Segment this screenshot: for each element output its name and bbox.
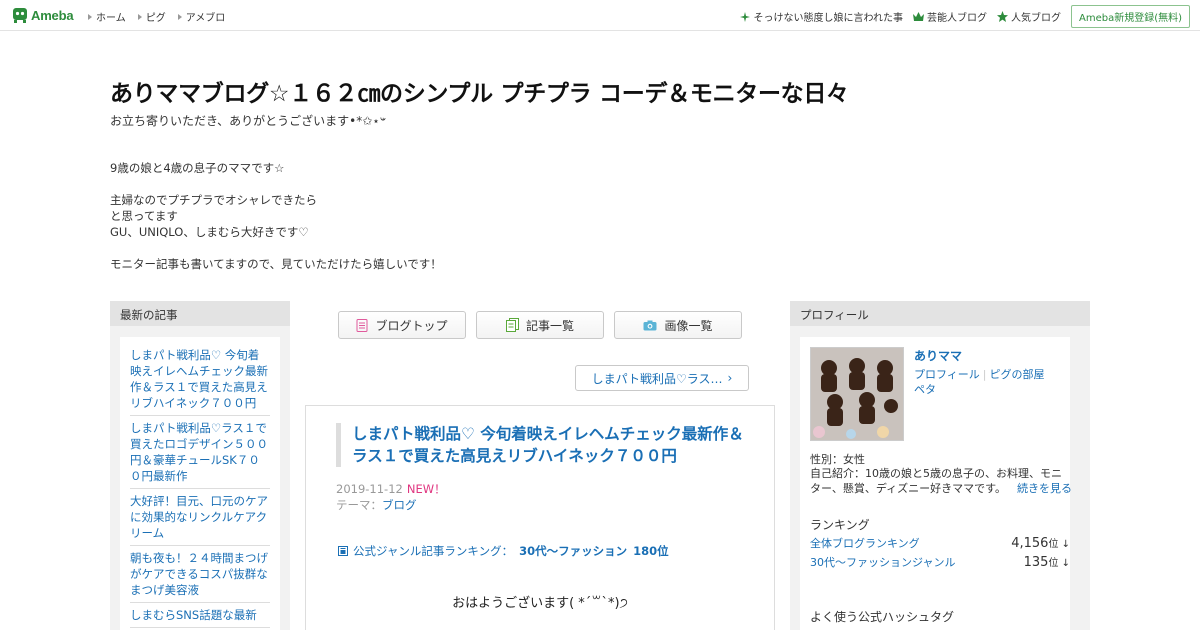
triangle-icon [177,13,182,20]
profile-link[interactable]: プロフィール [914,368,980,381]
nav-ameblo-label: アメブロ [185,13,226,24]
nav-home[interactable]: ホーム [88,9,126,24]
blog-subtitle: お立ち寄りいただき、ありがとうございます•*✩⋆𐤔 [110,114,387,128]
theme-link[interactable]: ブログ [382,498,417,512]
article-list-button[interactable]: 記事一覧 [476,311,604,339]
triangle-icon [88,13,92,20]
celebrity-blog-link[interactable]: 芸能人ブログ [912,9,987,24]
top-bar: Ameba ホーム ピグ アメブロ そっけない態度し娘に言われた事 芸能人ブログ… [0,0,1200,31]
recent-article-link[interactable]: 大好評！目元、口元のケアに効果的なリンクルケアクリーム [130,491,270,546]
ranking-title: ランキング [810,518,870,532]
recent-articles-list: しまパト戦利品♡ 今旬着映えイレヘムチェック最新作＆ラス１で買えた高見えリブハイ… [120,337,280,630]
trending-link[interactable]: そっけない態度し娘に言われた事 [740,9,903,24]
camera-icon [643,320,657,330]
blog-nav-buttons: ブログトップ 記事一覧 画像一覧 [338,311,752,339]
article-title[interactable]: しまパト戦利品♡ 今旬着映えイレヘムチェック最新作＆ラス１で買えた高見えリブハイ… [336,423,746,467]
recent-article-link[interactable]: しまパト戦利品♡ラス１で買えたロゴデザイン５００円＆豪華チュールSK７００円最新… [130,418,270,489]
pigg-room-link[interactable]: ピグの部屋 [990,368,1045,381]
logo-text: Ameba [31,7,74,23]
new-badge: NEW！ [406,482,446,496]
next-article-button[interactable]: しまパト戦利品♡ラス… › [575,365,749,391]
register-button[interactable]: Ameba新規登録(無料) [1070,5,1190,28]
genre-ranking-link[interactable]: 公式ジャンル記事ランキング： 30代〜ファッション 180位 [338,543,669,559]
image-list-label: 画像一覧 [664,318,713,333]
article-date: 2019-11-12 [336,482,403,496]
profile-panel: プロフィール ありママ プロフィール | ピグの部屋 ペタ 性別：女性 自己紹介… [790,301,1090,630]
popular-blog-link[interactable]: 人気ブログ [996,9,1061,24]
desc-line [110,240,442,256]
genre-ranking-row: 30代〜ファッションジャンル 135位 ↓ [810,554,1070,570]
overall-ranking-link[interactable]: 全体ブログランキング [810,535,920,551]
desc-line: 主婦なのでプチプラでオシャレできたら [110,193,317,207]
link-separator: | [982,368,987,381]
trending-link-label: そっけない態度し娘に言われた事 [753,13,903,24]
theme-prefix: テーマ： [336,498,382,512]
hashtag-title: よく使う公式ハッシュタグ [810,610,955,624]
top-right-links: そっけない態度し娘に言われた事 芸能人ブログ 人気ブログ Ameba新規登録(無… [740,5,1190,28]
desc-line: と思ってます [110,209,178,223]
blog-top-icon [356,318,368,332]
genre-rank-unit: 位 ↓ [1048,558,1070,569]
read-more-link[interactable]: 続きを見る [1017,481,1072,496]
triangle-icon [137,13,142,20]
overall-rank-number: 4,156 [1011,536,1049,551]
ranking-genre: 30代〜ファッション [519,544,628,558]
recent-article-link[interactable]: 朝も夜も！２４時間まつげがケアできるコスパ抜群なまつげ美容液 [130,548,270,603]
overall-ranking-value: 4,156位 ↓ [1011,535,1070,551]
ranking-icon [338,546,348,556]
profile-gender: 性別：女性 [810,453,865,466]
top-nav: ホーム ピグ アメブロ [88,9,237,24]
crown-icon [912,12,924,21]
desc-line: 9歳の娘と4歳の息子のママです☆ [110,161,285,175]
blog-description: 9歳の娘と4歳の息子のママです☆ 主婦なのでプチプラでオシャレできたら と思って… [110,160,442,272]
recent-article-link[interactable]: しまパト戦利品♡ 今旬着映えイレヘムチェック最新作＆ラス１で買えた高見えリブハイ… [130,345,270,416]
nav-ameblo[interactable]: アメブロ [177,9,226,24]
ameba-logo[interactable]: Ameba [12,6,74,24]
desc-line: GU、UNIQLO、しまむら大好きです♡ [110,225,309,239]
blog-title[interactable]: ありママブログ☆１６２㎝のシンプル プチプラ コーデ＆モニターな日々 [110,74,849,108]
profile-heading: プロフィール [790,301,1090,326]
blog-top-button[interactable]: ブログトップ [338,311,466,339]
image-list-button[interactable]: 画像一覧 [614,311,742,339]
sparkle-icon [740,11,751,22]
profile-links: プロフィール | ピグの部屋 ペタ [914,367,1064,397]
celebrity-blog-label: 芸能人ブログ [926,13,987,24]
peta-link[interactable]: ペタ [914,383,936,396]
genre-rank-number: 135 [1023,555,1049,570]
ranking-value: 180位 [633,544,669,558]
recent-article-link[interactable]: しまむらSNS話題な最新 [130,605,270,628]
chevron-right-icon: › [727,371,733,385]
recent-articles-panel: 最新の記事 しまパト戦利品♡ 今旬着映えイレヘムチェック最新作＆ラス１で買えた高… [110,301,290,630]
blog-top-label: ブログトップ [375,318,448,333]
nav-pigg-label: ピグ [145,13,166,24]
profile-name[interactable]: ありママ [914,347,962,364]
avatar[interactable] [810,347,904,441]
ranking-label: 公式ジャンル記事ランキング： [353,544,514,558]
nav-home-label: ホーム [96,13,126,24]
profile-box: ありママ プロフィール | ピグの部屋 ペタ 性別：女性 自己紹介：10歳の娘と5歳… [800,337,1072,630]
next-article-label: しまパト戦利品♡ラス… [591,371,723,386]
popular-blog-label: 人気ブログ [1010,13,1061,24]
article-meta: 2019-11-12 NEW！ テーマ：ブログ [336,481,446,513]
profile-intro: 自己紹介：10歳の娘と5歳の息子の、お料理、モニター、懸賞、ディズニー好きママで… [810,466,1072,496]
desc-line: モニター記事も書いてますので、見ていただけたら嬉しいです！ [110,257,442,271]
overall-rank-unit: 位 ↓ [1048,539,1070,550]
article-body-text: おはようございます( *´꒳`*)੭ [452,596,628,611]
nav-pigg[interactable]: ピグ [137,9,166,24]
desc-line [110,176,442,192]
star-icon [996,11,1008,22]
ameba-logo-icon [13,8,27,23]
avatar-image [811,348,903,440]
recent-articles-heading: 最新の記事 [110,301,290,326]
article-list-icon [505,318,519,332]
article-card: しまパト戦利品♡ 今旬着映えイレヘムチェック最新作＆ラス１で買えた高見えリブハイ… [305,405,775,630]
article-list-label: 記事一覧 [525,318,574,333]
genre-ranking-link-side[interactable]: 30代〜ファッションジャンル [810,554,955,570]
overall-ranking-row: 全体ブログランキング 4,156位 ↓ [810,535,1070,551]
genre-ranking-value: 135位 ↓ [1024,554,1070,570]
